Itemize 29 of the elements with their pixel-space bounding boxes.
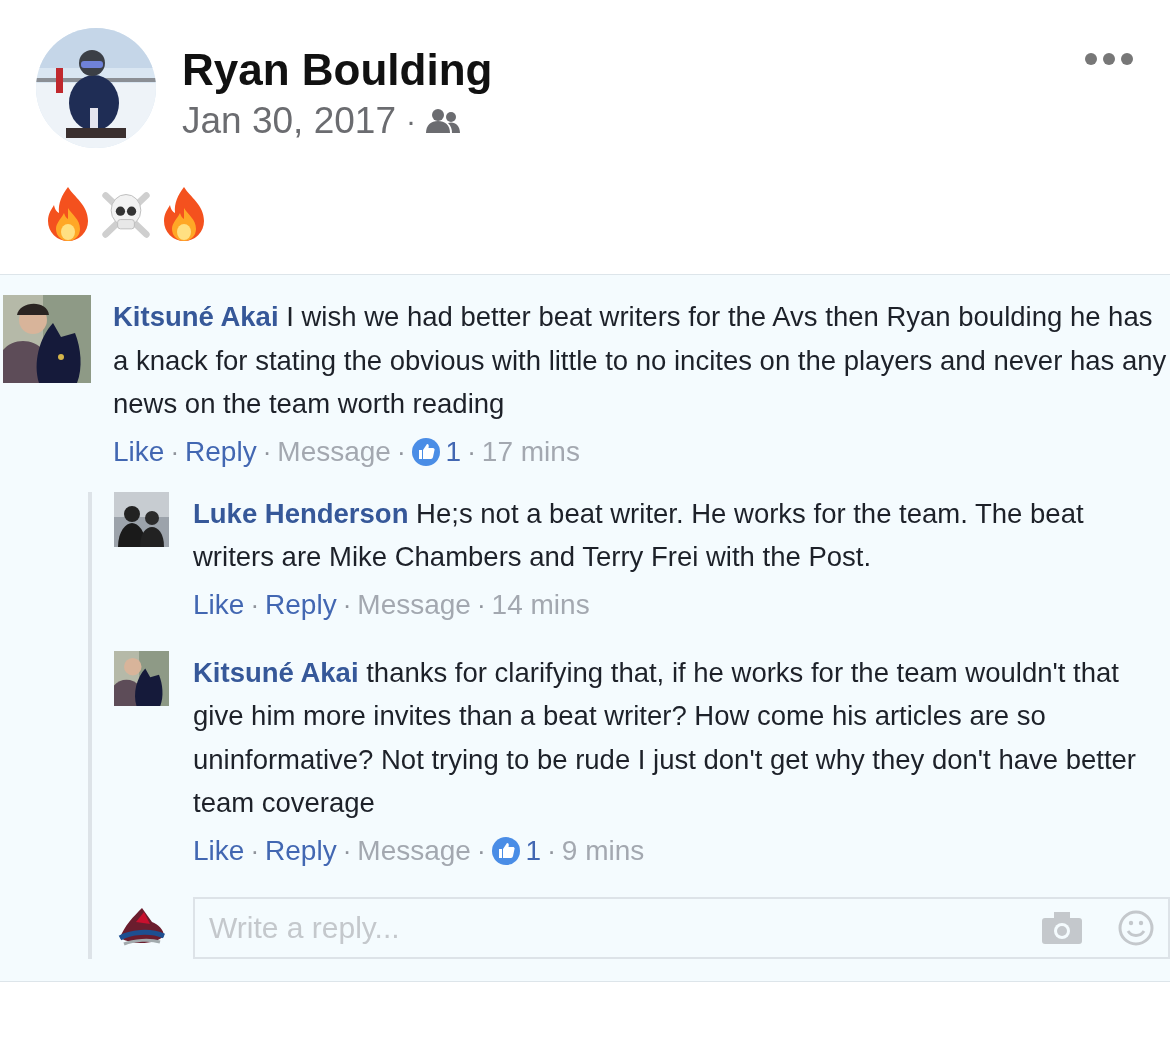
separator: · (467, 435, 476, 469)
separator: · (262, 435, 272, 469)
action-link[interactable]: Reply (265, 582, 337, 627)
separator: · (250, 588, 260, 622)
separator: · (342, 834, 352, 868)
separator: · (547, 834, 556, 868)
action-link[interactable]: Like (193, 582, 245, 627)
like-icon (491, 836, 520, 865)
action-link[interactable]: Reply (185, 429, 257, 474)
separator: · (250, 834, 260, 868)
author-name[interactable]: Ryan Boulding (182, 42, 493, 98)
action-link[interactable]: Like (113, 429, 165, 474)
action-link[interactable]: Like (193, 828, 245, 873)
separator: · (396, 435, 406, 469)
separator: · (170, 435, 180, 469)
reply-text: Kitsuné Akai thanks for clarifying that, if he works for the team wouldn't that give him more invites than a beat writer? How come his articles are so uninformative? Not trying to be rude I just don't get why they don't have better team coverage (193, 655, 1137, 820)
separator: · (405, 104, 416, 138)
like-count[interactable]: 1 (445, 429, 462, 474)
like-icon (411, 437, 440, 466)
like-count[interactable]: 1 (525, 828, 542, 873)
reply-text: Luke Henderson He;s not a beat writer. He works for the team. The beat writers are Mike Chambers and Terry Frei with the Post. (193, 496, 1085, 574)
comment-text: Kitsuné Akai I wish we had better beat writers for the Avs then Ryan boulding he has a knack for stating the obvious with little to no incites on the players and never has any news on the team worth reading (113, 300, 1168, 421)
action-link[interactable]: Reply (265, 828, 337, 873)
separator: · (476, 588, 486, 622)
post-date[interactable]: Jan 30, 2017 (182, 100, 396, 142)
more-icon[interactable] (1084, 52, 1134, 66)
separator: · (476, 834, 486, 868)
friends-icon[interactable] (425, 108, 460, 134)
separator: · (342, 588, 352, 622)
